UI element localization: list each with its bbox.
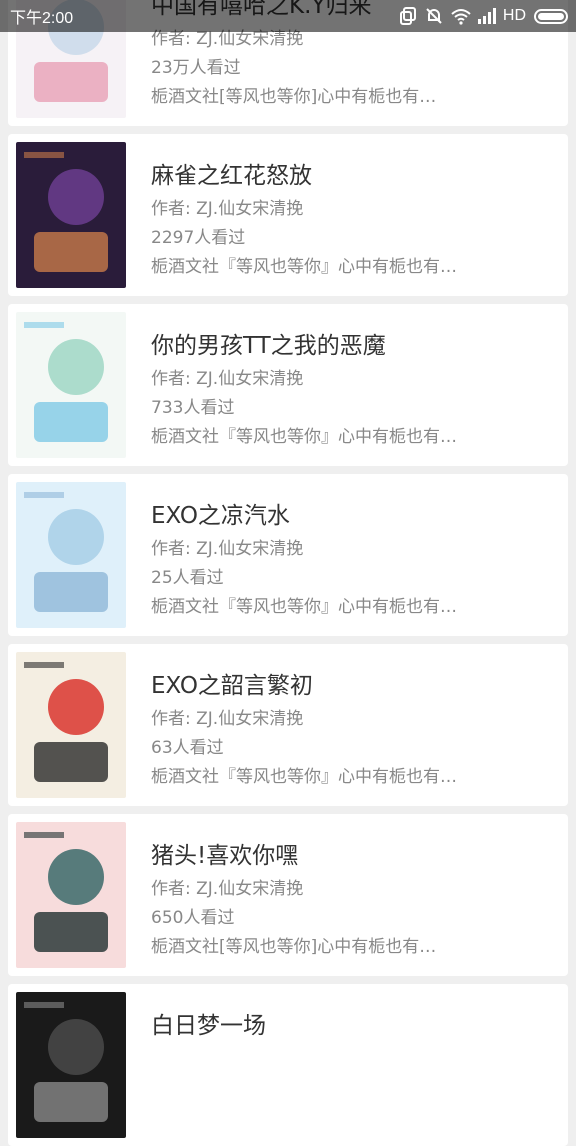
status-bar: 下午2:00 HD <box>0 0 576 32</box>
book-description: 栀酒文社[等风也等你]心中有栀也有… <box>151 87 437 107</box>
wifi-icon <box>451 7 471 25</box>
book-card[interactable]: 你的男孩TT之我的恶魔作者: ZJ.仙女宋清挽 733人看过栀酒文社『等风也等你』… <box>8 304 568 466</box>
book-cover-image[interactable] <box>16 482 126 628</box>
book-card[interactable]: EXO之韶言繁初作者: ZJ.仙女宋清挽 63人看过栀酒文社『等风也等你』心中有栀… <box>8 644 568 806</box>
battery-icon <box>534 8 568 24</box>
book-author: 作者: ZJ.仙女宋清挽 <box>151 199 304 219</box>
book-author: 作者: ZJ.仙女宋清挽 <box>151 709 304 729</box>
book-card[interactable]: 白日梦一场 <box>8 984 568 1146</box>
book-author: 作者: ZJ.仙女宋清挽 <box>151 369 304 389</box>
book-title: EXO之凉汽水 <box>151 503 290 529</box>
book-view-count: 23万人看过 <box>151 58 241 78</box>
battery-level <box>538 12 564 20</box>
book-card[interactable]: 麻雀之红花怒放作者: ZJ.仙女宋清挽 2297人看过栀酒文社『等风也等你』心中有… <box>8 134 568 296</box>
book-view-count: 650人看过 <box>151 908 235 928</box>
book-title: 白日梦一场 <box>151 1013 266 1039</box>
book-description: 栀酒文社『等风也等你』心中有栀也有… <box>151 597 457 617</box>
status-icons: HD <box>399 7 568 25</box>
book-cover-image[interactable] <box>16 142 126 288</box>
book-description: 栀酒文社『等风也等你』心中有栀也有… <box>151 257 457 277</box>
book-cover-image[interactable] <box>16 652 126 798</box>
book-author: 作者: ZJ.仙女宋清挽 <box>151 539 304 559</box>
book-description: 栀酒文社[等风也等你]心中有栀也有… <box>151 937 437 957</box>
book-view-count: 63人看过 <box>151 738 224 758</box>
network-type-label: HD <box>502 7 526 24</box>
book-cover-image[interactable] <box>16 822 126 968</box>
book-view-count: 2297人看过 <box>151 228 246 248</box>
book-cover-image[interactable] <box>16 312 126 458</box>
book-author: 作者: ZJ.仙女宋清挽 <box>151 879 304 899</box>
book-title: 麻雀之红花怒放 <box>151 163 312 189</box>
signal-icon <box>477 7 496 25</box>
book-card[interactable]: EXO之凉汽水作者: ZJ.仙女宋清挽 25人看过栀酒文社『等风也等你』心中有栀也… <box>8 474 568 636</box>
copy-icon <box>399 7 417 25</box>
book-title: EXO之韶言繁初 <box>151 673 313 699</box>
book-view-count: 733人看过 <box>151 398 235 418</box>
book-description: 栀酒文社『等风也等你』心中有栀也有… <box>151 767 457 787</box>
book-cover-image[interactable] <box>16 992 126 1138</box>
mute-icon <box>425 7 443 25</box>
book-view-count: 25人看过 <box>151 568 224 588</box>
book-description: 栀酒文社『等风也等你』心中有栀也有… <box>151 427 457 447</box>
book-card[interactable]: 猪头!喜欢你嘿作者: ZJ.仙女宋清挽 650人看过栀酒文社[等风也等你]心中有栀… <box>8 814 568 976</box>
book-title: 你的男孩TT之我的恶魔 <box>151 333 386 359</box>
status-time: 下午2:00 <box>10 10 74 27</box>
book-title: 猪头!喜欢你嘿 <box>151 843 299 869</box>
